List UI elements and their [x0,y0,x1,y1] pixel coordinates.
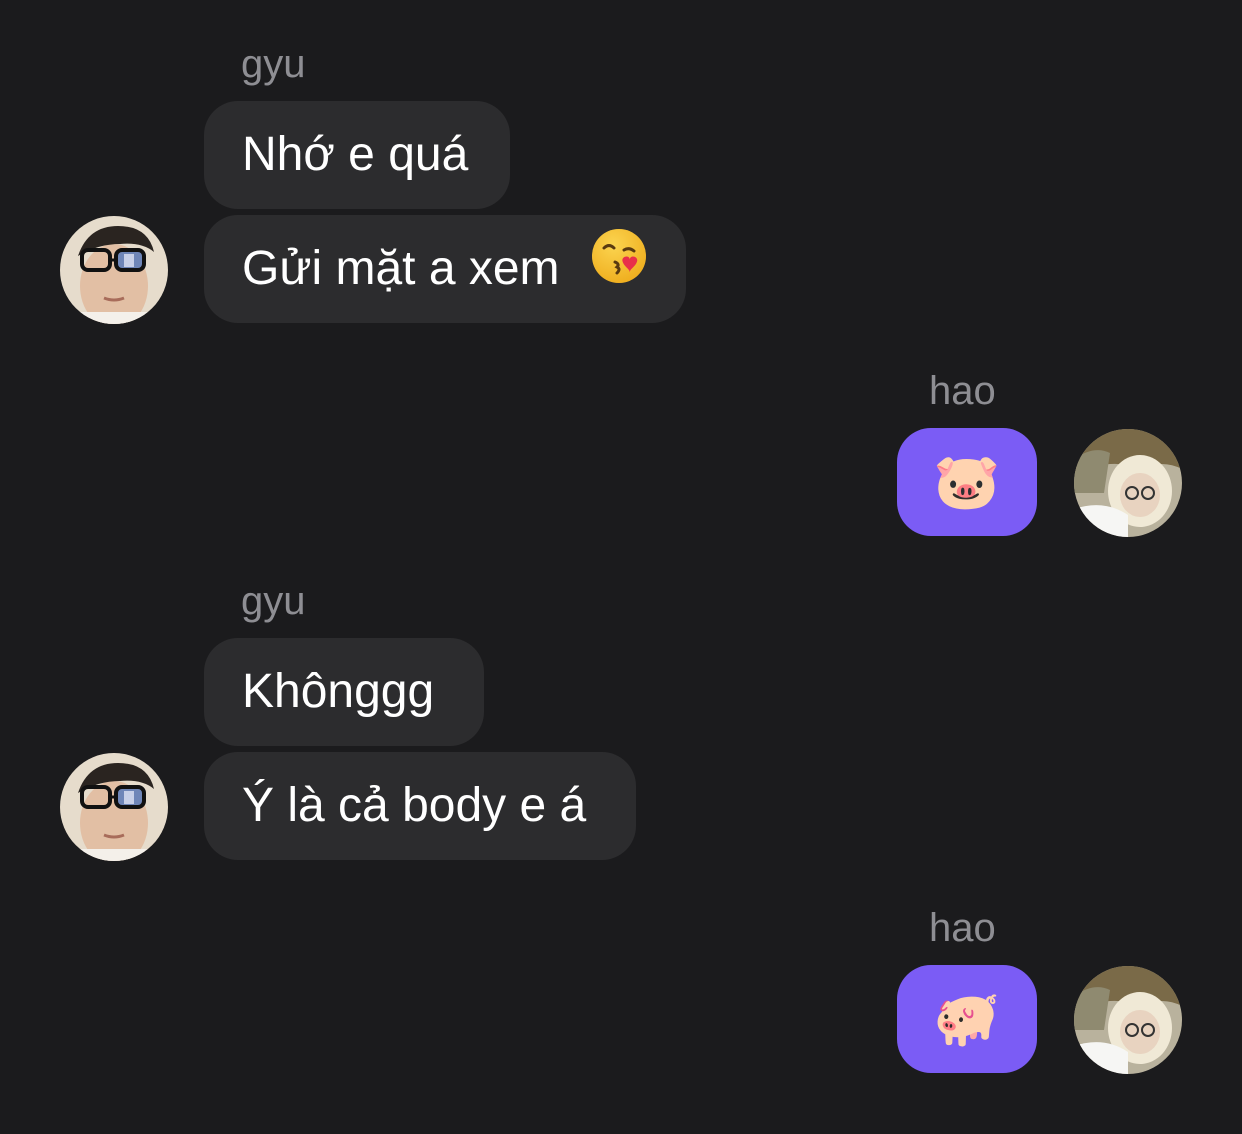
message-bubble-incoming[interactable]: Nhớ e quá [204,101,510,209]
message-text: Nhớ e quá [242,128,469,181]
pig-emoji-icon: 🐖 [933,989,1001,1049]
sender-name-hao: hao [929,369,996,413]
avatar-gyu[interactable] [60,216,168,324]
message-bubble-outgoing[interactable]: 🐷 [897,428,1037,536]
message-text: Khônggg [242,665,435,718]
kissing-face-emoji-icon [589,217,649,325]
message-bubble-incoming[interactable]: Khônggg [204,638,484,746]
sender-name-hao: hao [929,906,996,950]
avatar-hao[interactable] [1074,966,1182,1074]
message-text: Gửi mặt a xem [242,242,560,295]
message-bubble-incoming[interactable]: Ý là cả body e á [204,752,636,860]
pig-face-emoji-icon: 🐷 [933,452,1001,512]
sender-name-gyu: gyu [241,42,306,86]
message-bubble-outgoing[interactable]: 🐖 [897,965,1037,1073]
message-text: Ý là cả body e á [242,779,587,832]
sender-name-gyu: gyu [241,579,306,623]
message-bubble-incoming[interactable]: Gửi mặt a xem [204,215,686,323]
avatar-hao[interactable] [1074,429,1182,537]
avatar-gyu[interactable] [60,753,168,861]
